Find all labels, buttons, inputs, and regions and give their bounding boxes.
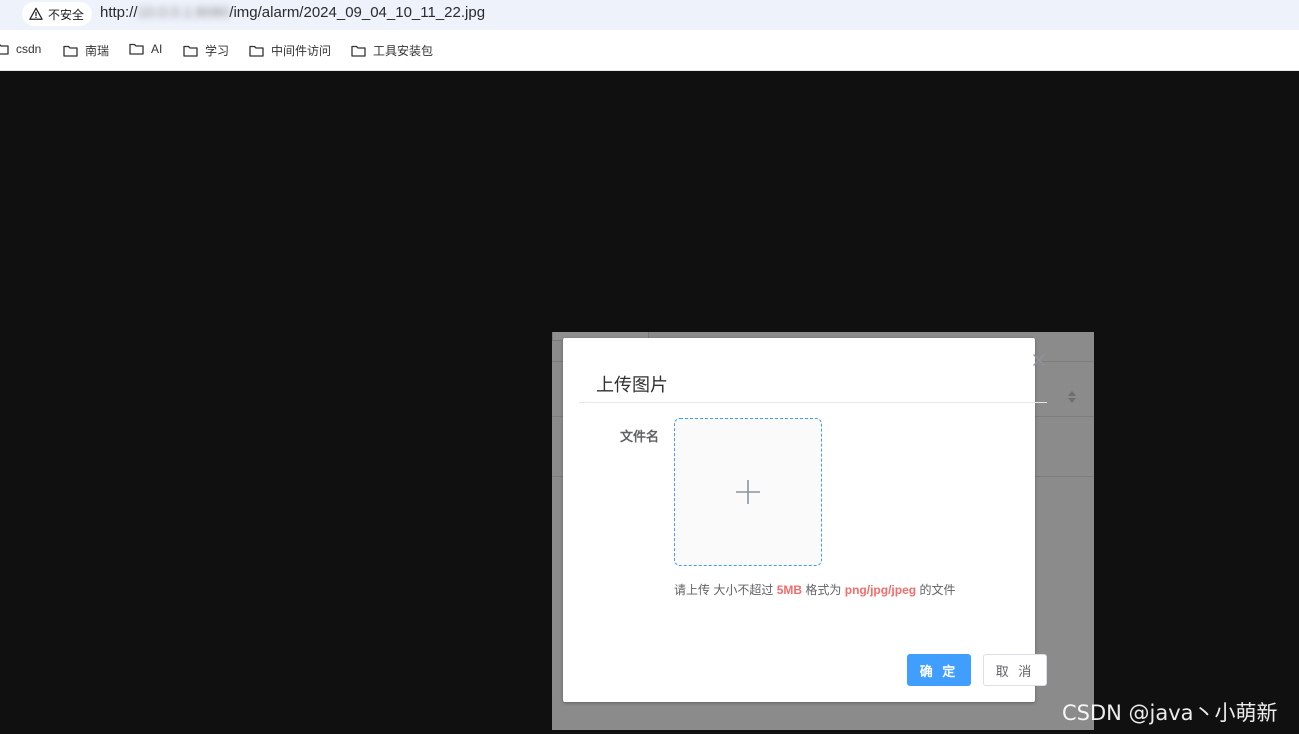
bookmark-middleware[interactable]: 中间件访问 [249,42,331,59]
plus-icon [736,480,760,504]
hint-prefix: 请上传 [674,583,711,597]
bookmark-nanrui[interactable]: 南瑞 [63,42,109,59]
folder-icon [351,45,366,57]
bookmark-tools[interactable]: 工具安装包 [351,42,433,59]
bookmark-study[interactable]: 学习 [183,42,229,59]
url-path: /img/alarm/2024_09_04_10_11_22.jpg [229,4,486,21]
hint-suffix: 的文件 [919,583,956,597]
address-bar: 不安全 http://10.0.0.1:8080/img/alarm/2024_… [0,0,1299,30]
url-prefix: http:// [100,4,138,21]
bookmark-label: 中间件访问 [271,44,332,58]
folder-icon [249,45,264,57]
dialog-title: 上传图片 [596,375,668,395]
close-icon[interactable] [1032,353,1046,367]
hint-format-text: 格式为 [805,583,842,597]
bookmark-label: 学习 [205,44,230,58]
folder-icon [129,43,144,55]
bookmark-ai[interactable]: AI [129,42,162,56]
bookmark-label: 工具安装包 [373,44,434,58]
watermark: CSDN @java丶小萌新 [1062,701,1278,725]
filename-label: 文件名 [620,429,660,444]
bookmarks-bar: csdn 南瑞 AI 学习 中间件访问 工具安装包 [0,30,1299,71]
security-label: 不安全 [48,7,85,22]
bookmark-label: 南瑞 [85,44,110,58]
dialog-divider [579,402,1047,403]
cancel-button[interactable]: 取 消 [983,654,1047,686]
folder-icon [183,45,198,57]
confirm-button[interactable]: 确 定 [907,654,971,686]
hint-size-value: 5MB [776,583,803,597]
folder-icon [0,44,9,55]
url-host: 10.0.0.1:8080 [137,4,230,21]
bookmark-csdn[interactable]: csdn [0,42,41,56]
upload-dialog: 上传图片 文件名 请上传 大小不超过 5MB 格式为 png/jpg/jpeg … [563,338,1047,702]
bookmark-label: AI [151,42,163,56]
security-indicator[interactable]: 不安全 [22,2,93,26]
hint-size-text: 大小不超过 [713,583,774,597]
warning-icon [29,7,43,20]
url-field[interactable]: http://10.0.0.1:8080/img/alarm/2024_09_0… [100,4,485,21]
upload-hint: 请上传 大小不超过 5MB 格式为 png/jpg/jpeg 的文件 [674,581,955,598]
hint-format-value: png/jpg/jpeg [844,583,917,597]
folder-icon [63,45,78,57]
image-upload-area[interactable] [674,418,822,566]
sort-icon [1068,391,1076,403]
bookmark-label: csdn [16,42,42,56]
